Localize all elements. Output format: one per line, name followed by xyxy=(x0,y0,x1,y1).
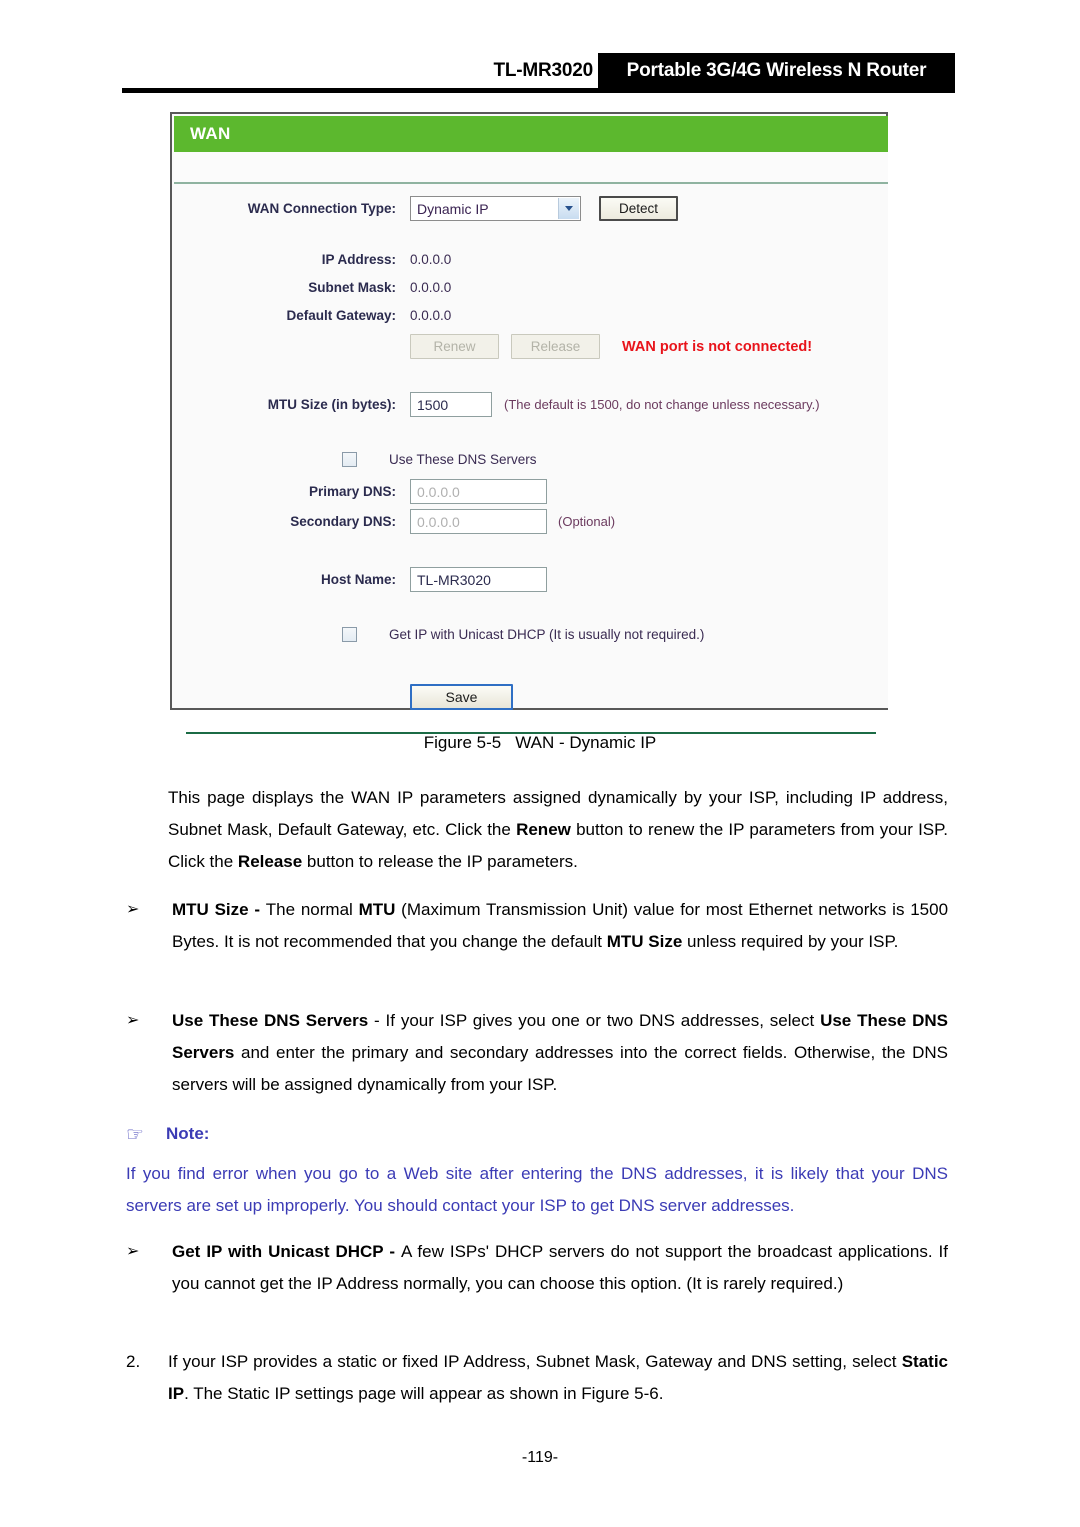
note-body-text: If you find error when you go to a Web s… xyxy=(126,1164,948,1215)
figure-title: WAN - Dynamic IP xyxy=(515,733,657,752)
pointing-hand-icon: ☞ xyxy=(126,1124,144,1146)
router-wan-screenshot: WAN WAN Connection Type: Dynamic IP Dete… xyxy=(170,112,888,734)
wan-connection-type-value: Dynamic IP xyxy=(417,200,489,217)
mtu-size-input[interactable]: 1500 xyxy=(410,392,492,417)
panel-subbar xyxy=(174,152,888,184)
wan-status-message: WAN port is not connected! xyxy=(622,338,813,355)
chevron-down-icon[interactable] xyxy=(558,198,579,219)
header-divider-rule xyxy=(122,88,955,93)
default-gateway-row: Default Gateway: 0.0.0.0 xyxy=(174,308,451,323)
mtu-size-row: MTU Size (in bytes): 1500 (The default i… xyxy=(174,392,820,417)
bullet-item-mtu-size: ➢ MTU Size - The normal MTU (Maximum Tra… xyxy=(126,894,948,958)
unicast-dhcp-label: Get IP with Unicast DHCP (It is usually … xyxy=(389,627,705,642)
bullet-mtu-text-3: unless required by your ISP. xyxy=(682,932,899,951)
primary-dns-label: Primary DNS: xyxy=(308,484,396,499)
num-text-1: If your ISP provides a static or fixed I… xyxy=(168,1352,902,1371)
ip-address-row: IP Address: 0.0.0.0 xyxy=(174,252,452,267)
bullet-dns-term: Use These DNS Servers xyxy=(172,1011,369,1030)
ip-address-value: 0.0.0.0 xyxy=(410,252,452,267)
subnet-mask-label: Subnet Mask: xyxy=(308,280,396,295)
wan-actions-row: Renew Release WAN port is not connected! xyxy=(410,334,812,359)
intro-renew-term: Renew xyxy=(516,820,571,839)
bullet-mtu-bold-2: MTU Size xyxy=(606,932,683,951)
use-dns-servers-row: Use These DNS Servers xyxy=(342,452,537,467)
host-name-row: Host Name: TL-MR3020 xyxy=(174,567,547,592)
bullet-arrow-icon: ➢ xyxy=(126,901,140,918)
bullet-item-unicast-dhcp: ➢ Get IP with Unicast DHCP - A few ISPs'… xyxy=(126,1236,948,1300)
num-text-2: . The Static IP settings page will appea… xyxy=(184,1384,664,1403)
bullet-mtu-term: MTU Size xyxy=(172,900,249,919)
renew-button[interactable]: Renew xyxy=(410,334,499,359)
subnet-mask-row: Subnet Mask: 0.0.0.0 xyxy=(174,280,451,295)
use-dns-servers-checkbox[interactable] xyxy=(342,452,357,467)
detect-button[interactable]: Detect xyxy=(599,196,678,221)
host-name-input[interactable]: TL-MR3020 xyxy=(410,567,547,592)
header-product-name: Portable 3G/4G Wireless N Router xyxy=(598,53,955,88)
mtu-size-label: MTU Size (in bytes): xyxy=(267,397,396,412)
bullet-mtu-text-1: The normal xyxy=(265,900,359,919)
host-name-label: Host Name: xyxy=(320,572,396,587)
header-model-name: TL-MR3020 xyxy=(493,60,593,81)
list-number: 2. xyxy=(126,1352,141,1371)
primary-dns-input[interactable]: 0.0.0.0 xyxy=(410,479,547,504)
intro-release-term: Release xyxy=(237,852,303,871)
intro-text-3: button to release the IP parameters. xyxy=(302,852,578,871)
secondary-dns-label: Secondary DNS: xyxy=(290,514,396,529)
bullet-dns-dash: - xyxy=(368,1011,386,1030)
panel-body: WAN Connection Type: Dynamic IP Detect I… xyxy=(174,184,888,734)
bullet-dns-text-1: If your ISP gives you one or two DNS add… xyxy=(385,1011,821,1030)
wan-connection-type-label: WAN Connection Type: xyxy=(247,201,396,216)
bullet-mtu-bold-1: MTU xyxy=(358,900,396,919)
page-number: -119- xyxy=(521,1449,559,1466)
unicast-dhcp-row: Get IP with Unicast DHCP (It is usually … xyxy=(342,627,704,642)
bullet-dhcp-term: Get IP with Unicast DHCP xyxy=(172,1242,384,1261)
subnet-mask-value: 0.0.0.0 xyxy=(410,280,452,295)
note-title: Note: xyxy=(166,1124,210,1143)
panel-titlebar: WAN xyxy=(174,116,888,152)
release-button[interactable]: Release xyxy=(511,334,600,359)
default-gateway-value: 0.0.0.0 xyxy=(410,308,452,323)
use-dns-servers-label: Use These DNS Servers xyxy=(389,452,537,467)
wan-connection-type-row: WAN Connection Type: Dynamic IP Detect xyxy=(174,196,678,221)
numbered-item-static-ip: 2. If your ISP provides a static or fixe… xyxy=(126,1346,948,1410)
bullet-arrow-icon: ➢ xyxy=(126,1012,140,1029)
page-header: TL-MR3020 Portable 3G/4G Wireless N Rout… xyxy=(0,0,1080,100)
bullet-mtu-dash: - xyxy=(248,900,266,919)
bullet-arrow-icon: ➢ xyxy=(126,1243,140,1260)
intro-paragraph: This page displays the WAN IP parameters… xyxy=(168,782,948,878)
default-gateway-label: Default Gateway: xyxy=(286,308,396,323)
mtu-size-hint: (The default is 1500, do not change unle… xyxy=(504,397,820,412)
bullet-dns-text-2: and enter the primary and secondary addr… xyxy=(172,1043,948,1094)
figure-number: Figure 5-5 xyxy=(423,733,502,752)
secondary-dns-row: Secondary DNS: 0.0.0.0 (Optional) xyxy=(174,509,615,534)
wan-connection-type-select[interactable]: Dynamic IP xyxy=(410,196,581,221)
primary-dns-row: Primary DNS: 0.0.0.0 xyxy=(174,479,547,504)
secondary-dns-input[interactable]: 0.0.0.0 xyxy=(410,509,547,534)
bullet-item-use-dns-servers: ➢ Use These DNS Servers - If your ISP gi… xyxy=(126,1005,948,1101)
save-button[interactable]: Save xyxy=(410,684,513,710)
unicast-dhcp-checkbox[interactable] xyxy=(342,627,357,642)
ip-address-label: IP Address: xyxy=(321,252,396,267)
figure-caption: Figure 5-5 WAN - Dynamic IP xyxy=(0,733,1080,753)
secondary-dns-hint: (Optional) xyxy=(558,514,616,529)
panel-title: WAN xyxy=(190,124,231,143)
save-row: Save xyxy=(410,684,513,710)
bullet-dhcp-dash: - xyxy=(383,1242,401,1261)
